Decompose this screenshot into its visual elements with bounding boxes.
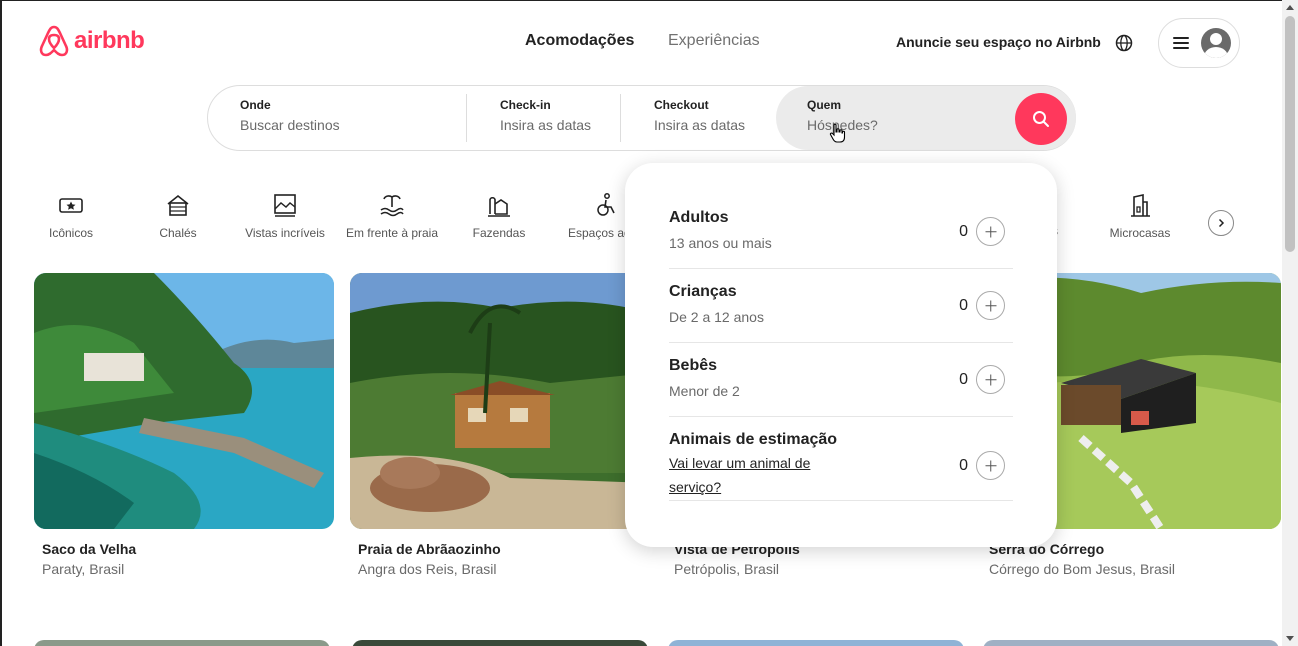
guest-stepper: 0 [958,451,1005,480]
listing-location: Paraty, Brasil [42,561,125,577]
checkin-placeholder: Insira as datas [500,117,592,133]
view-frame-icon [274,194,296,217]
category-label: Vistas incríveis [245,226,325,240]
category-label: Em frente à praia [345,226,439,240]
hamburger-icon [1173,37,1189,49]
where-label: Onde [240,98,271,112]
category-label: Microcasas [1109,226,1171,240]
logo-text: airbnb [74,27,145,54]
search-checkout-field[interactable]: Checkout Insira as datas [654,86,745,150]
listing-card[interactable]: Saco da Velha Paraty, Brasil [34,273,334,577]
category-amazing-views[interactable]: Vistas incríveis [235,192,335,240]
search-bar: Onde Buscar destinos Check-in Insira as … [207,85,1076,151]
listing-card-partial[interactable] [34,640,330,646]
search-checkin-field[interactable]: Check-in Insira as datas [500,86,591,150]
tab-accommodations[interactable]: Acomodações [525,32,634,50]
category-beachfront[interactable]: Em frente à praia [342,192,442,240]
tiny-house-icon [1131,194,1150,217]
category-farms[interactable]: Fazendas [449,192,549,240]
category-label: Fazendas [472,226,526,240]
category-tiny-homes[interactable]: Microcasas [1090,192,1190,240]
host-your-home-link[interactable]: Anuncie seu espaço no Airbnb [896,34,1101,50]
guest-count: 0 [959,296,968,314]
checkin-label: Check-in [500,98,551,112]
checkout-label: Checkout [654,98,709,112]
scroll-thumb[interactable] [1285,16,1295,252]
category-label: Icônicos [48,226,94,240]
listing-card-partial[interactable] [352,640,648,646]
guest-count: 0 [959,456,968,474]
where-placeholder: Buscar destinos [240,117,340,133]
guest-row-pets: Animais de estimação Vai levar um animal… [669,431,1013,501]
listing-location: Córrego do Bom Jesus, Brasil [989,561,1175,577]
user-avatar-icon [1201,28,1231,58]
category-cabins[interactable]: Chalés [128,192,228,240]
guest-stepper: 0 [958,365,1005,394]
guest-stepper: 0 [958,291,1005,320]
guest-row-adults: Adultos 13 anos ou mais 0 [669,209,1013,269]
page-scrollbar[interactable] [1282,0,1298,646]
guest-row-children: Crianças De 2 a 12 anos 0 [669,283,1013,343]
listing-card-partial[interactable] [983,640,1279,646]
listing-card[interactable]: Praia de Abrãaozinho Angra dos Reis, Bra… [350,273,650,577]
increment-button[interactable] [976,291,1005,320]
service-animal-link[interactable]: Vai levar um animal de serviço? [669,451,839,499]
beachfront-icon [380,195,404,217]
category-next-button[interactable] [1208,210,1234,236]
cabin-icon [167,194,189,216]
listing-photo[interactable] [34,273,334,529]
listing-location: Angra dos Reis, Brasil [358,561,497,577]
airbnb-logo-icon [39,25,69,57]
scroll-down-arrow[interactable] [1286,636,1294,641]
listing-card-partial[interactable] [668,640,964,646]
category-label: Chalés [159,226,197,240]
listing-title: Praia de Abrãaozinho [358,541,501,557]
scroll-up-arrow[interactable] [1286,5,1294,10]
listing-photo[interactable] [350,273,650,529]
checkout-placeholder: Insira as datas [654,117,746,133]
accessible-icon [597,193,615,216]
listing-title: Saco da Velha [42,541,137,557]
farm-icon [488,196,510,217]
tab-experiences[interactable]: Experiências [668,32,760,50]
search-button[interactable] [1015,93,1067,145]
category-iconic[interactable]: Icônicos [21,192,121,240]
search-where-field[interactable]: Onde Buscar destinos [240,86,340,150]
ticket-star-icon [59,198,83,213]
increment-button[interactable] [976,365,1005,394]
hand-cursor-icon [829,123,846,143]
listing-location: Petrópolis, Brasil [674,561,780,577]
guests-popover: Adultos 13 anos ou mais 0 Crianças De 2 … [625,163,1057,547]
search-icon [1033,111,1049,127]
user-menu-button[interactable] [1158,18,1240,68]
search-divider [620,94,621,142]
guest-stepper: 0 [958,217,1005,246]
guest-row-infants: Bebês Menor de 2 0 [669,357,1013,417]
search-divider [466,94,467,142]
guest-count: 0 [959,222,968,240]
guest-type-label: Animais de estimação [669,431,838,448]
increment-button[interactable] [976,451,1005,480]
chevron-right-icon [1218,218,1225,228]
globe-icon[interactable] [1114,33,1134,53]
airbnb-logo[interactable]: airbnb [38,24,145,58]
increment-button[interactable] [976,217,1005,246]
guest-count: 0 [959,370,968,388]
